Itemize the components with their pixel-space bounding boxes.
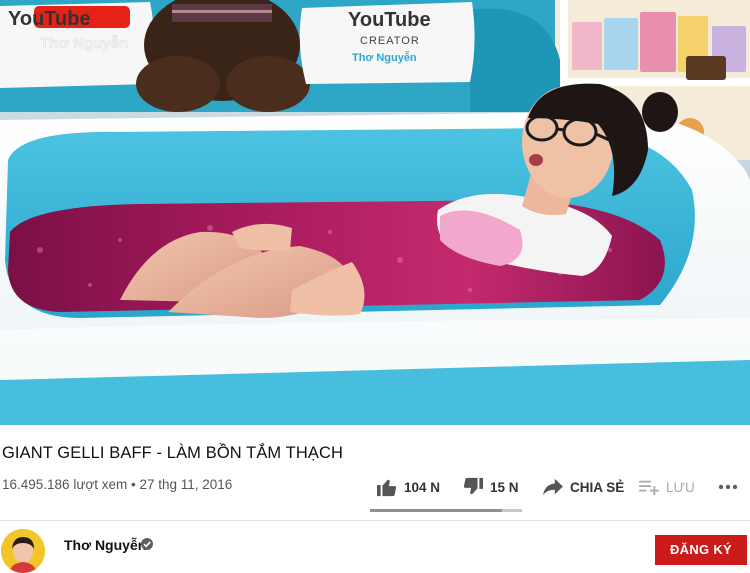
add-to-playlist-icon (639, 480, 659, 496)
pillow-right-creator: Thơ Nguyễn (352, 51, 417, 64)
subscribe-button[interactable]: ĐĂNG KÝ (655, 535, 747, 565)
thumbs-down-icon (463, 477, 483, 495)
view-count: 16.495.186 lượt xem (2, 477, 128, 492)
video-actions: 104 N 15 N CHIA SẺ LƯU (370, 472, 750, 502)
save-button[interactable]: LƯU (638, 472, 695, 502)
save-label: LƯU (666, 479, 695, 495)
video-frame-scene: YouTube Thơ Nguyễn YouTube CREATOR Thơ N… (0, 0, 750, 425)
verified-check-icon (141, 538, 153, 550)
share-button[interactable]: CHIA SẺ (542, 472, 624, 502)
video-title: GIANT GELLI BAFF - LÀM BỒN TẮM THẠCH (2, 444, 343, 462)
video-player[interactable]: YouTube Thơ Nguyễn YouTube CREATOR Thơ N… (0, 0, 750, 425)
like-count: 104 N (404, 479, 441, 495)
publish-date: 27 thg 11, 2016 (139, 477, 233, 492)
thumbs-up-icon (377, 479, 397, 497)
pillow-left-brand: YouTube (8, 8, 91, 30)
more-horizontal-icon (718, 484, 738, 490)
channel-name[interactable]: Thơ Nguyễn (64, 537, 146, 553)
pillow-left-creator: Thơ Nguyễn (40, 35, 128, 52)
dislike-count: 15 N (490, 479, 519, 495)
video-meta: 16.495.186 lượt xem • 27 thg 11, 2016 (2, 477, 232, 492)
avatar-image (1, 529, 45, 573)
sentiment-bar (370, 509, 522, 512)
sentiment-like-fill (370, 509, 503, 512)
share-label: CHIA SẺ (570, 479, 625, 495)
channel-avatar[interactable] (1, 529, 45, 573)
like-button[interactable]: 104 N (376, 472, 440, 502)
more-actions-button[interactable] (718, 472, 738, 502)
pillow-right-subtitle: CREATOR (360, 35, 420, 47)
meta-separator: • (130, 477, 136, 492)
divider (0, 520, 750, 521)
share-arrow-icon (543, 478, 563, 496)
pillow-right-brand: YouTube (348, 9, 431, 31)
dislike-button[interactable]: 15 N (462, 472, 519, 502)
